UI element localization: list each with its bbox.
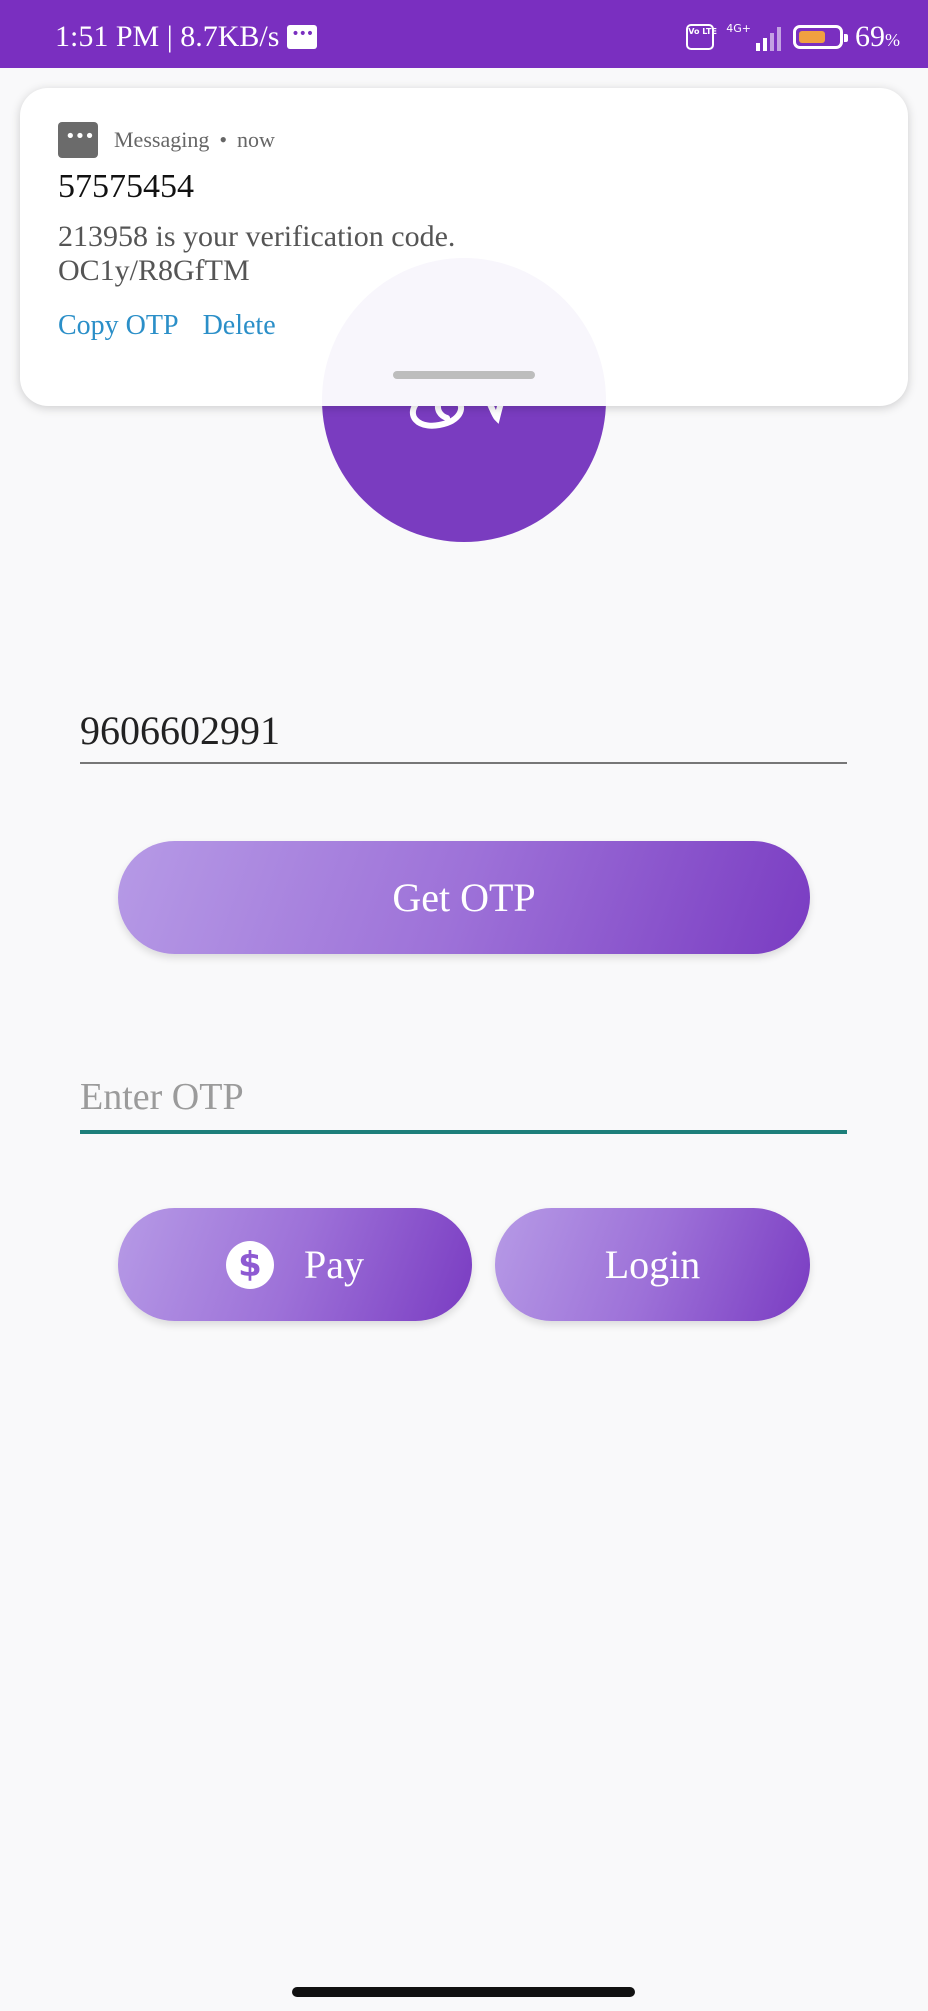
signal-icon: 4G+ (726, 23, 781, 51)
copy-otp-button[interactable]: Copy OTP (58, 310, 179, 342)
get-otp-label: Get OTP (392, 875, 536, 920)
notification-title: 57575454 (58, 168, 194, 205)
battery-percent-unit: % (885, 30, 900, 50)
signal-bar (756, 43, 760, 51)
notification-header: Messaging • now (58, 122, 275, 158)
battery-icon (793, 25, 848, 49)
home-indicator[interactable] (292, 1987, 635, 1997)
volte-icon: Vo LTE (686, 24, 717, 50)
login-button[interactable]: Login (495, 1208, 810, 1321)
network-type-label: 4G+ (726, 22, 751, 35)
pay-button[interactable]: $ Pay (118, 1208, 472, 1321)
notification-separator: • (219, 127, 228, 152)
message-notification-icon (287, 25, 318, 49)
signal-bar (763, 38, 767, 51)
status-right: Vo LTE 4G+ 69% (686, 20, 900, 54)
notification-time: now (237, 127, 275, 152)
notification-body-line: OC1y/R8GfTM (58, 254, 250, 287)
phone-number-input[interactable]: 9606602991 (80, 706, 847, 764)
sms-notification[interactable]: Messaging • now 57575454 213958 is your … (20, 88, 908, 406)
battery-percentage: 69% (855, 20, 900, 54)
battery-percent-value: 69 (855, 20, 885, 53)
delete-button[interactable]: Delete (203, 310, 276, 342)
battery-level-fill (799, 31, 826, 43)
otp-input[interactable]: Enter OTP (80, 1072, 847, 1134)
status-left: 1:51 PM | 8.7KB/s (55, 20, 318, 53)
pay-label: Pay (304, 1242, 364, 1287)
signal-bar (770, 33, 774, 51)
notification-drag-handle[interactable] (393, 371, 535, 379)
get-otp-button[interactable]: Get OTP (118, 841, 810, 954)
notification-body-line: 213958 is your verification code. (58, 220, 456, 253)
notification-body: 213958 is your verification code. OC1y/R… (58, 220, 455, 288)
signal-bar (777, 27, 781, 51)
login-label: Login (604, 1242, 701, 1287)
notification-app-name: Messaging (114, 127, 210, 152)
status-time-speed: 1:51 PM | 8.7KB/s (55, 20, 280, 53)
message-bubble-icon (58, 122, 98, 158)
dollar-circle-icon: $ (226, 1240, 274, 1289)
notification-actions: Copy OTP Delete (58, 310, 276, 342)
status-bar: 1:51 PM | 8.7KB/s Vo LTE 4G+ 69% (0, 0, 928, 68)
